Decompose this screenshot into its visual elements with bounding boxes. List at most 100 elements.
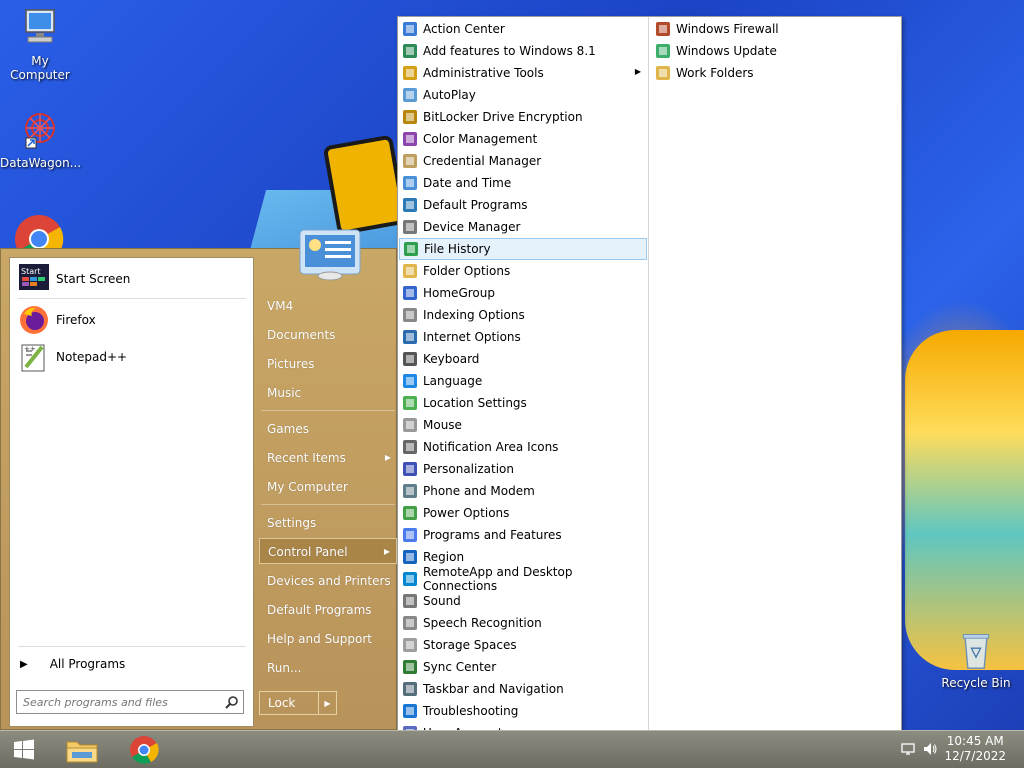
cp-item-label: Folder Options [423, 264, 511, 278]
start-menu-right-pane: VM4 Documents Pictures Music Games Recen… [259, 229, 397, 729]
add-features-to-windows-8-1-icon [403, 44, 417, 58]
lock-button[interactable]: Lock ▶ [259, 691, 337, 715]
administrative-tools-icon [403, 66, 417, 80]
cp-item-label: Storage Spaces [423, 638, 517, 652]
start-right-item-settings[interactable]: Settings [259, 510, 397, 536]
taskbar-clock[interactable]: 10:45 AM 12/7/2022 [944, 734, 1006, 764]
file-history-icon [404, 242, 418, 256]
language-icon [403, 374, 417, 388]
start-right-item-my-computer[interactable]: My Computer [259, 474, 397, 500]
start-right-item-devices-printers[interactable]: Devices and Printers [259, 568, 397, 594]
cp-item-label: HomeGroup [423, 286, 495, 300]
cp-item-location-settings[interactable]: Location Settings [399, 392, 647, 414]
folder-options-icon [403, 264, 417, 278]
cp-item-label: Speech Recognition [423, 616, 542, 630]
cp-item-administrative-tools[interactable]: Administrative Tools ▶ [399, 62, 647, 84]
start-right-item-control-panel[interactable]: Control Panel ▶ [259, 538, 397, 564]
pinned-start-screen[interactable]: Start Start Screen [14, 262, 250, 296]
desktop-icon-my-computer[interactable]: My Computer [0, 8, 80, 82]
pinned-notepadpp[interactable]: ++ Notepad++ [14, 340, 250, 374]
start-right-item-run[interactable]: Run... [259, 655, 397, 681]
column-divider [648, 17, 649, 767]
cp-item-label: AutoPlay [423, 88, 476, 102]
start-right-item-documents[interactable]: Documents [259, 322, 397, 348]
search-input[interactable] [17, 692, 221, 712]
cp-item-programs-and-features[interactable]: Programs and Features [399, 524, 647, 546]
cp-item-notification-area-icons[interactable]: Notification Area Icons [399, 436, 647, 458]
cp-item-label: Sync Center [423, 660, 497, 674]
cp-item-credential-manager[interactable]: Credential Manager [399, 150, 647, 172]
cp-item-color-management[interactable]: Color Management [399, 128, 647, 150]
pinned-firefox[interactable]: Firefox [14, 303, 250, 337]
all-programs-button[interactable]: ▶ All Programs [20, 653, 250, 675]
mouse-icon [403, 418, 417, 432]
cp-item-work-folders[interactable]: Work Folders [652, 62, 900, 84]
cp-item-remoteapp-and-desktop-connections[interactable]: RemoteApp and Desktop Connections [399, 565, 647, 593]
search-icon[interactable] [221, 691, 243, 713]
cp-item-indexing-options[interactable]: Indexing Options [399, 304, 647, 326]
cp-item-phone-and-modem[interactable]: Phone and Modem [399, 480, 647, 502]
color-management-icon [403, 132, 417, 146]
cp-item-label: Mouse [423, 418, 462, 432]
volume-icon[interactable] [922, 741, 938, 757]
cp-item-personalization[interactable]: Personalization [399, 458, 647, 480]
user-picture-icon[interactable] [299, 229, 361, 281]
cp-item-homegroup[interactable]: HomeGroup [399, 282, 647, 304]
pinned-label: Start Screen [56, 272, 131, 286]
cp-item-default-programs[interactable]: Default Programs [399, 194, 647, 216]
start-screen-badge: Start [21, 267, 41, 276]
storage-spaces-icon [403, 638, 417, 652]
cp-item-file-history[interactable]: File History [399, 238, 647, 260]
taskbar-chrome[interactable] [124, 734, 164, 766]
cp-item-device-manager[interactable]: Device Manager [399, 216, 647, 238]
sync-center-icon [403, 660, 417, 674]
cp-item-mouse[interactable]: Mouse [399, 414, 647, 436]
desktop-icon-recycle-bin[interactable]: Recycle Bin [936, 630, 1016, 690]
taskbar: 10:45 AM 12/7/2022 [0, 730, 1024, 768]
cp-item-folder-options[interactable]: Folder Options [399, 260, 647, 282]
device-manager-icon [403, 220, 417, 234]
cp-item-taskbar-and-navigation[interactable]: Taskbar and Navigation [399, 678, 647, 700]
phone-and-modem-icon [403, 484, 417, 498]
taskbar-file-explorer[interactable] [62, 734, 102, 766]
work-folders-icon [656, 66, 670, 80]
default-programs-icon [403, 198, 417, 212]
start-right-item-music[interactable]: Music [259, 380, 397, 406]
cp-item-language[interactable]: Language [399, 370, 647, 392]
start-right-item-pictures[interactable]: Pictures [259, 351, 397, 377]
start-button[interactable] [4, 734, 44, 766]
cp-item-add-features-to-windows-8-1[interactable]: Add features to Windows 8.1 [399, 40, 647, 62]
cp-item-windows-update[interactable]: Windows Update [652, 40, 900, 62]
cp-item-action-center[interactable]: Action Center [399, 18, 647, 40]
item-label: Default Programs [267, 603, 372, 617]
cp-item-keyboard[interactable]: Keyboard [399, 348, 647, 370]
start-right-item-default-programs[interactable]: Default Programs [259, 597, 397, 623]
cp-item-storage-spaces[interactable]: Storage Spaces [399, 634, 647, 656]
desktop-icon-label: My Computer [10, 54, 70, 82]
start-screen-icon: Start [19, 264, 49, 290]
desktop-icon-datawagon[interactable]: DataWagon... [0, 110, 81, 170]
cp-item-windows-firewall[interactable]: Windows Firewall [652, 18, 900, 40]
remoteapp-and-desktop-connections-icon [403, 572, 417, 586]
cp-item-bitlocker-drive-encryption[interactable]: BitLocker Drive Encryption [399, 106, 647, 128]
cp-item-power-options[interactable]: Power Options [399, 502, 647, 524]
start-right-item-games[interactable]: Games [259, 416, 397, 442]
start-right-item-vm4[interactable]: VM4 [259, 293, 397, 319]
cp-item-troubleshooting[interactable]: Troubleshooting [399, 700, 647, 722]
item-label: My Computer [267, 480, 348, 494]
chevron-right-icon[interactable]: ▶ [318, 692, 336, 714]
cp-item-label: File History [424, 242, 491, 256]
cp-item-autoplay[interactable]: AutoPlay [399, 84, 647, 106]
network-icon[interactable] [900, 741, 916, 757]
cp-item-speech-recognition[interactable]: Speech Recognition [399, 612, 647, 634]
cp-item-internet-options[interactable]: Internet Options [399, 326, 647, 348]
start-right-item-help-support[interactable]: Help and Support [259, 626, 397, 652]
cp-item-sound[interactable]: Sound [399, 590, 647, 612]
clock-date: 12/7/2022 [944, 749, 1006, 763]
cp-item-sync-center[interactable]: Sync Center [399, 656, 647, 678]
cp-item-date-and-time[interactable]: Date and Time [399, 172, 647, 194]
start-right-item-recent-items[interactable]: Recent Items ▶ [259, 445, 397, 471]
item-label: Games [267, 422, 309, 436]
chrome-icon[interactable] [14, 214, 64, 248]
folder-icon [66, 741, 98, 763]
